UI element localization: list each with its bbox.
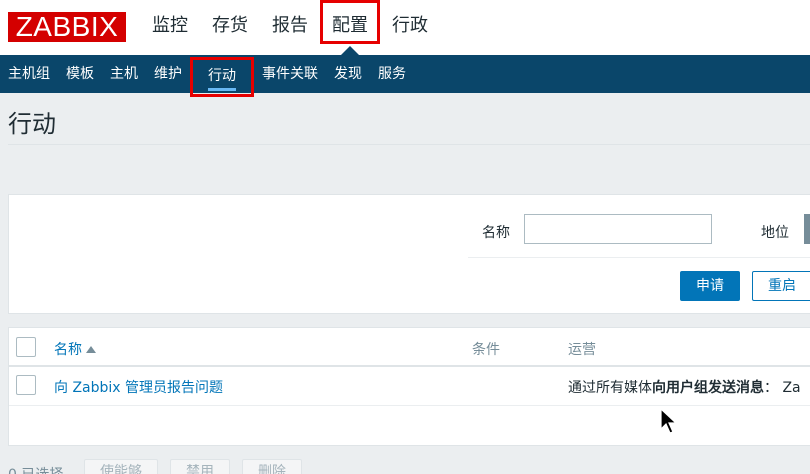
active-menu-caret <box>341 46 359 55</box>
column-conditions-header: 条件 <box>472 342 500 358</box>
table-header: 名称 条件 运营 <box>9 328 810 367</box>
ops-bold: 向用户组发送消息 <box>652 380 764 396</box>
page-title: 行动 <box>8 110 56 138</box>
reset-button[interactable]: 重启 <box>752 271 810 301</box>
disable-button[interactable]: 禁用 <box>170 459 230 474</box>
column-name-label: 名称 <box>54 342 82 358</box>
column-name-header[interactable]: 名称 <box>54 339 96 359</box>
action-name-link[interactable]: 向 Zabbix 管理员报告问题 <box>54 377 223 397</box>
column-operations-header: 运营 <box>568 342 596 358</box>
active-underline <box>208 88 236 91</box>
subnav-services[interactable]: 服务 <box>370 55 414 93</box>
menu-monitoring[interactable]: 监控 <box>140 0 200 55</box>
filter-divider <box>468 257 810 258</box>
subnav-event-correlation[interactable]: 事件关联 <box>254 55 326 93</box>
filter-status-toggle[interactable] <box>804 214 810 244</box>
enable-button[interactable]: 使能够 <box>84 459 158 474</box>
filter-name-input[interactable] <box>524 214 712 244</box>
action-operations: 通过所有媒体向用户组发送消息： Za <box>568 377 801 397</box>
apply-button[interactable]: 申请 <box>680 271 740 301</box>
zabbix-logo[interactable]: ZABBIX <box>8 12 126 42</box>
title-divider <box>8 144 810 145</box>
menu-inventory[interactable]: 存货 <box>200 0 260 55</box>
sub-navigation: 主机组 模板 主机 维护 行动 事件关联 发现 服务 <box>0 55 810 97</box>
ops-prefix: 通过所有媒体 <box>568 380 652 396</box>
selected-count: 0 已选择 <box>8 464 63 474</box>
subnav-hosts[interactable]: 主机 <box>102 55 146 93</box>
subnav-actions[interactable]: 行动 <box>190 57 254 97</box>
ops-suffix: ： Za <box>764 380 801 396</box>
subnav-actions-label: 行动 <box>208 68 236 84</box>
subnav-maintenance[interactable]: 维护 <box>146 55 190 93</box>
subnav-templates[interactable]: 模板 <box>58 55 102 93</box>
filter-status-label: 地位 <box>761 225 789 241</box>
filter-name-label: 名称 <box>482 225 510 241</box>
select-all-checkbox[interactable] <box>16 337 36 357</box>
menu-administration[interactable]: 行政 <box>380 0 440 55</box>
main-menu: 监控 存货 报告 配置 行政 <box>140 0 440 55</box>
table-row: 向 Zabbix 管理员报告问题 通过所有媒体向用户组发送消息： Za <box>9 367 810 406</box>
actions-table: 名称 条件 运营 向 Zabbix 管理员报告问题 通过所有媒体向用户组发送消息… <box>8 327 810 446</box>
delete-button[interactable]: 删除 <box>242 459 302 474</box>
row-checkbox[interactable] <box>16 375 36 395</box>
mouse-pointer-icon <box>660 408 678 434</box>
subnav-discovery[interactable]: 发现 <box>326 55 370 93</box>
top-header: ZABBIX 监控 存货 报告 配置 行政 <box>0 0 810 55</box>
subnav-host-groups[interactable]: 主机组 <box>0 55 58 93</box>
menu-reports[interactable]: 报告 <box>260 0 320 55</box>
menu-configuration[interactable]: 配置 <box>320 0 380 44</box>
filter-panel: 名称 地位 申请 重启 <box>8 194 810 314</box>
sort-ascending-icon <box>86 346 96 353</box>
